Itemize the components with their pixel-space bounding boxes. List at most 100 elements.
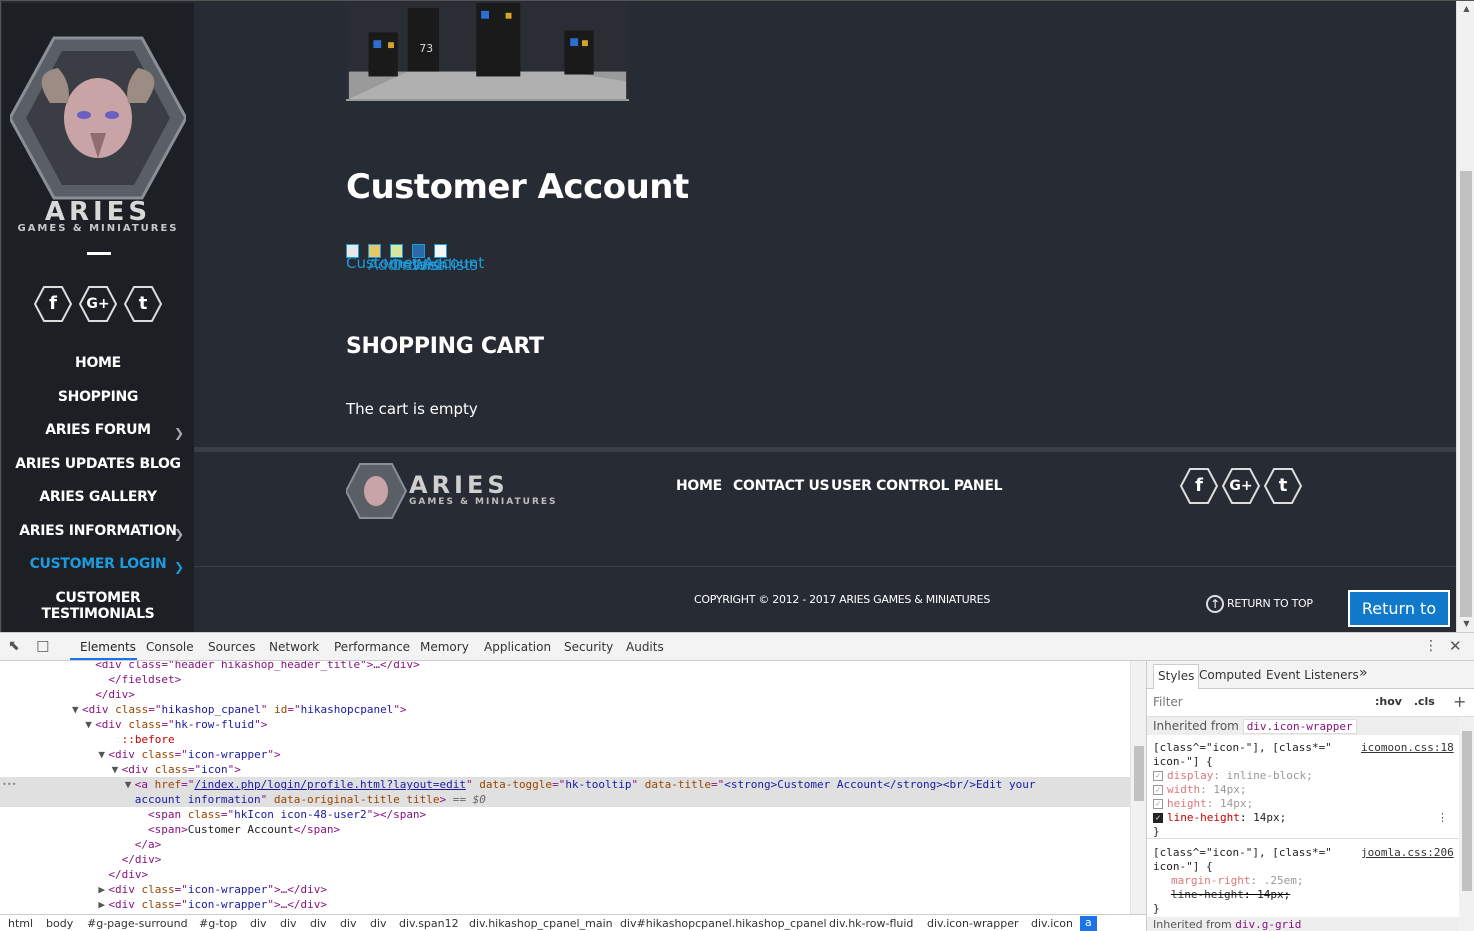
dom-node-line[interactable]: ::before [0, 732, 1130, 747]
facebook-icon[interactable]: f [34, 286, 72, 322]
dom-node-line[interactable]: ▶<div class="icon-wrapper">…</div> [0, 882, 1130, 897]
inspect-element-icon[interactable]: ⬉ [8, 638, 20, 654]
tab-console[interactable]: Console [146, 640, 194, 654]
inherited-selector[interactable]: div.g-grid [1235, 918, 1301, 931]
checkbox[interactable]: ✓ [1153, 785, 1163, 795]
collapse-triangle-icon[interactable]: ▼ [125, 777, 135, 792]
tumblr-icon[interactable]: t [124, 286, 162, 322]
css-property[interactable]: ✓ display: inline-block; [1153, 769, 1313, 783]
styles-scrollbar[interactable] [1459, 717, 1474, 931]
scrollbar-thumb[interactable] [1462, 731, 1472, 891]
breadcrumb-item[interactable]: div.icon [1031, 917, 1073, 930]
scroll-down-icon[interactable]: ▼ [1457, 619, 1474, 628]
nav-shopping[interactable]: SHOPPING [2, 389, 194, 405]
checkbox[interactable]: ✓ [1153, 799, 1163, 809]
scrollbar-thumb[interactable] [1134, 746, 1144, 801]
class-toggle[interactable]: .cls [1414, 695, 1435, 708]
css-property[interactable]: ✓ width: 14px; [1153, 783, 1247, 797]
tab-application[interactable]: Application [484, 640, 551, 654]
checkbox[interactable]: ✓ [1153, 813, 1163, 823]
nav-customer-login[interactable]: CUSTOMER LOGIN [2, 556, 194, 572]
tab-event-listeners[interactable]: Event Listeners [1266, 668, 1359, 682]
dom-node-line[interactable]: <span class="hkIcon icon-48-user2"></spa… [0, 807, 1130, 822]
footer-nav-user-control-panel[interactable]: USER CONTROL PANEL [831, 478, 1003, 494]
dom-tree[interactable]: <div class="header hikashop_header_title… [0, 661, 1130, 914]
chevron-right-icon[interactable]: ❯ [174, 560, 184, 574]
dom-node-line[interactable]: ▼ <div class="hikashop_cpanel" id="hikash… [0, 702, 1130, 717]
breadcrumb-item[interactable]: div.hikashop_cpanel_main [469, 917, 613, 930]
breadcrumb-item[interactable]: div [340, 917, 357, 930]
tab-elements[interactable]: Elements [80, 640, 136, 654]
dom-node-line[interactable]: <span>Customer Account</span> [0, 822, 1130, 837]
collapse-triangle-icon[interactable]: ▼ [72, 702, 82, 717]
tumblr-icon[interactable]: t [1264, 468, 1302, 504]
return-to-top-link[interactable]: ↑ RETURN TO TOP [1206, 595, 1313, 613]
scrollbar-thumb[interactable] [1460, 171, 1472, 617]
aries-logo[interactable] [10, 33, 186, 203]
tab-computed[interactable]: Computed [1199, 668, 1261, 682]
breadcrumb-item[interactable]: div.hk-row-fluid [829, 917, 913, 930]
nav-aries-forum[interactable]: ARIES FORUM [2, 422, 194, 438]
more-options-icon[interactable]: ⋮ [1424, 638, 1438, 654]
dom-node-line[interactable]: <div class="header hikashop_header_title… [0, 661, 1130, 672]
dom-node-line[interactable]: </div> [0, 852, 1130, 867]
more-tabs-icon[interactable]: » [1359, 665, 1368, 681]
facebook-icon[interactable]: f [1180, 468, 1218, 504]
breadcrumb-item[interactable]: div [310, 917, 327, 930]
css-property[interactable]: ✓ height: 14px; [1153, 797, 1253, 811]
google-plus-icon[interactable]: G+ [1222, 468, 1260, 504]
breadcrumb-item[interactable]: div.icon-wrapper [927, 917, 1018, 930]
google-plus-icon[interactable]: G+ [79, 286, 117, 322]
filter-input[interactable]: Filter [1153, 695, 1183, 709]
device-toolbar-icon[interactable]: □ [36, 638, 49, 654]
dom-node-line[interactable]: ▼ <a href="/index.php/login/profile.html?… [0, 777, 1130, 792]
return-to-top-button[interactable]: Return to Top [1348, 590, 1450, 627]
dom-node-line[interactable]: account information" data-original-title… [0, 792, 1130, 807]
css-property[interactable]: ✓ line-height: 14px; [1153, 811, 1286, 825]
breadcrumb-item[interactable]: a [1080, 916, 1097, 931]
breadcrumb-item[interactable]: #g-top [199, 917, 237, 930]
tab-memory[interactable]: Memory [420, 640, 469, 654]
breadcrumb-item[interactable]: #g-page-surround [87, 917, 188, 930]
inherited-selector[interactable]: div.icon-wrapper [1242, 719, 1357, 734]
dom-node-line[interactable]: ▼ <div class="hk-row-fluid"> [0, 717, 1130, 732]
footer-nav-contact-us[interactable]: CONTACT US [733, 478, 830, 494]
dom-node-line[interactable]: ▼ <div class="icon"> [0, 762, 1130, 777]
breadcrumb-item[interactable]: html [8, 917, 33, 930]
expand-triangle-icon[interactable]: ▶ [98, 897, 108, 912]
breadcrumb-item[interactable]: div#hikashopcpanel.hikashop_cpanel [620, 917, 827, 930]
rule-source-link[interactable]: joomla.css:206 [1361, 846, 1454, 859]
nav-aries-updates-blog[interactable]: ARIES UPDATES BLOG [2, 456, 194, 472]
chevron-right-icon[interactable]: ❯ [174, 426, 184, 440]
breadcrumb-item[interactable]: div [370, 917, 387, 930]
css-property[interactable]: margin-right: .25em; [1171, 874, 1303, 888]
footer-nav-home[interactable]: HOME [676, 478, 722, 494]
breadcrumb-item[interactable]: div [280, 917, 297, 930]
dom-node-line[interactable]: ▶<div class="icon-wrapper">…</div> [0, 897, 1130, 912]
nav-aries-information[interactable]: ARIES INFORMATION [2, 523, 194, 539]
node-menu-icon[interactable]: ••• [2, 777, 16, 792]
hover-state-toggle[interactable]: :hov [1375, 695, 1402, 708]
rule-source-link[interactable]: icomoon.css:18 [1361, 741, 1454, 754]
tab-sources[interactable]: Sources [208, 640, 255, 654]
nav-aries-gallery[interactable]: ARIES GALLERY [2, 489, 194, 505]
css-property[interactable]: line-height: 14px; [1171, 888, 1290, 902]
dom-node-line[interactable]: </fieldset> [0, 672, 1130, 687]
collapse-triangle-icon[interactable]: ▼ [98, 747, 108, 762]
collapse-triangle-icon[interactable]: ▼ [112, 762, 122, 777]
nav-home[interactable]: HOME [2, 355, 194, 371]
cpanel-link-wishlists[interactable]: Wishlists [412, 256, 478, 274]
expand-triangle-icon[interactable]: ▶ [98, 882, 108, 897]
dom-node-line[interactable]: </div> [0, 867, 1130, 882]
breadcrumb-item[interactable]: div [250, 917, 267, 930]
nav-customer-testimonials[interactable]: CUSTOMER TESTIMONIALS [2, 590, 194, 622]
dom-node-line[interactable]: </div> [0, 687, 1130, 702]
breadcrumb-item[interactable]: body [46, 917, 73, 930]
tab-audits[interactable]: Audits [626, 640, 664, 654]
scroll-up-icon[interactable]: ▲ [1457, 4, 1474, 13]
checkbox[interactable]: ✓ [1153, 771, 1163, 781]
chevron-right-icon[interactable]: ❯ [174, 527, 184, 541]
breadcrumb-item[interactable]: div.span12 [399, 917, 459, 930]
dom-node-line[interactable]: </a> [0, 837, 1130, 852]
dom-scrollbar[interactable] [1130, 661, 1146, 914]
